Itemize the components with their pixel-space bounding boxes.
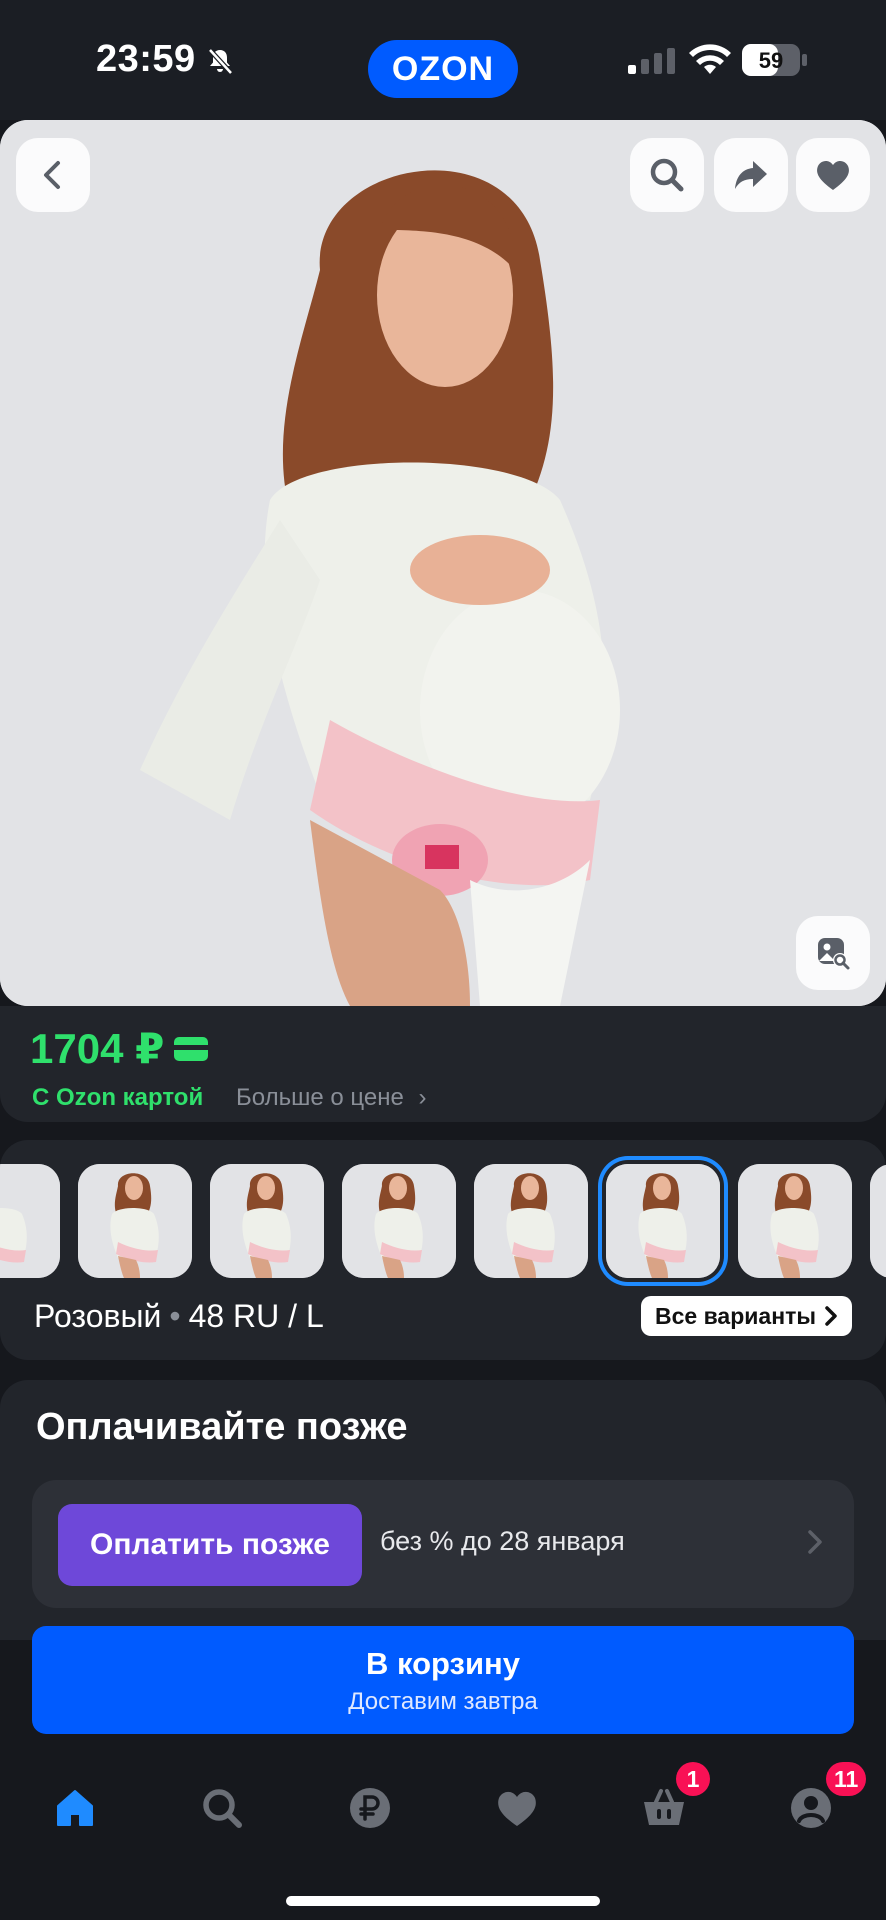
selected-variant: Розовый • 48 RU / L <box>34 1298 324 1335</box>
basket-icon <box>644 1789 684 1825</box>
nav-favorites[interactable] <box>487 1778 547 1838</box>
price: 1704 ₽ <box>30 1024 209 1073</box>
profile-badge: 11 <box>826 1762 867 1796</box>
variant-thumbnail-image <box>606 1164 720 1278</box>
battery-icon: 59 <box>742 44 807 76</box>
chevron-right-icon <box>808 1530 822 1554</box>
chevron-right-icon: › <box>418 1084 427 1111</box>
variant-thumbnail[interactable] <box>870 1164 886 1278</box>
variant-thumbnail-image <box>738 1164 852 1278</box>
share-icon <box>735 161 767 189</box>
pay-later-button[interactable]: Оплатить позже <box>58 1504 362 1586</box>
pay-later-section: Оплачивайте позже Оплатить позже без % д… <box>0 1380 886 1640</box>
delivery-note: Доставим завтра <box>348 1688 538 1715</box>
product-photo <box>0 120 886 1006</box>
clock: 23:59 <box>96 38 196 80</box>
share-button[interactable] <box>714 138 788 212</box>
image-search-icon <box>818 938 850 970</box>
pay-later-offer[interactable]: Оплатить позже без % до 28 января <box>32 1480 854 1608</box>
variant-thumbnail[interactable] <box>738 1164 852 1278</box>
bell-muted-icon <box>208 48 233 75</box>
basket-badge: 1 <box>676 1762 710 1796</box>
variant-thumbnail[interactable] <box>474 1164 588 1278</box>
status-bar: 23:59 OZON 59 <box>0 0 886 120</box>
heart-icon <box>817 160 849 190</box>
variant-thumbnail-image <box>210 1164 324 1278</box>
nav-finance[interactable] <box>340 1778 400 1838</box>
add-to-cart-button[interactable]: В корзину Доставим завтра <box>32 1626 854 1734</box>
price-details-label: Больше о цене <box>236 1084 404 1111</box>
ozon-card-price-note: С Ozon картой <box>32 1084 204 1111</box>
bottom-nav: 1 11 <box>0 1736 886 1920</box>
home-indicator <box>286 1896 600 1906</box>
nav-home[interactable] <box>45 1778 105 1838</box>
price-details-link[interactable]: Больше о цене › <box>236 1084 426 1112</box>
search-icon <box>203 1789 242 1828</box>
variant-size: 48 RU / L <box>188 1298 324 1334</box>
nav-search[interactable] <box>192 1778 252 1838</box>
price-value: 1704 ₽ <box>30 1025 165 1072</box>
variant-thumbnail[interactable] <box>78 1164 192 1278</box>
variants-card: Розовый • 48 RU / L Все варианты <box>0 1140 886 1360</box>
battery-level: 59 <box>759 48 783 73</box>
visual-search-button[interactable] <box>796 916 870 990</box>
search-icon <box>650 158 684 192</box>
heart-icon <box>498 1791 536 1826</box>
pay-later-terms: без % до 28 января <box>380 1526 625 1556</box>
add-to-cart-label: В корзину <box>365 1646 520 1681</box>
variant-thumbnail-image <box>870 1164 886 1278</box>
variant-thumbnail[interactable] <box>0 1164 60 1278</box>
cellular-signal-icon <box>628 48 675 74</box>
variant-thumbnail[interactable] <box>210 1164 324 1278</box>
variant-color: Розовый <box>34 1298 162 1334</box>
search-button[interactable] <box>630 138 704 212</box>
wifi-icon <box>689 44 731 74</box>
ruble-icon <box>350 1788 390 1828</box>
all-variants-label: Все варианты <box>655 1302 816 1329</box>
favorite-button[interactable] <box>796 138 870 212</box>
chevron-right-icon <box>825 1306 837 1326</box>
chevron-left-icon <box>44 161 60 189</box>
product-image[interactable] <box>0 120 886 1006</box>
variant-thumbnail-image <box>78 1164 192 1278</box>
variant-thumbnail-image <box>474 1164 588 1278</box>
home-icon <box>57 1790 93 1826</box>
variant-thumbnail[interactable] <box>342 1164 456 1278</box>
pay-later-title: Оплачивайте позже <box>36 1406 408 1448</box>
ozon-logo: OZON <box>368 40 518 98</box>
back-button[interactable] <box>16 138 90 212</box>
all-variants-button[interactable]: Все варианты <box>641 1296 852 1336</box>
variant-thumbnail-image <box>342 1164 456 1278</box>
profile-icon <box>791 1788 831 1828</box>
price-card: 1704 ₽ С Ozon картой Больше о цене › <box>0 1006 886 1122</box>
variant-separator: • <box>169 1298 181 1334</box>
variant-thumbnail[interactable] <box>606 1164 720 1278</box>
ozon-card-icon <box>174 1036 209 1061</box>
variant-thumbnail-image <box>0 1164 60 1278</box>
